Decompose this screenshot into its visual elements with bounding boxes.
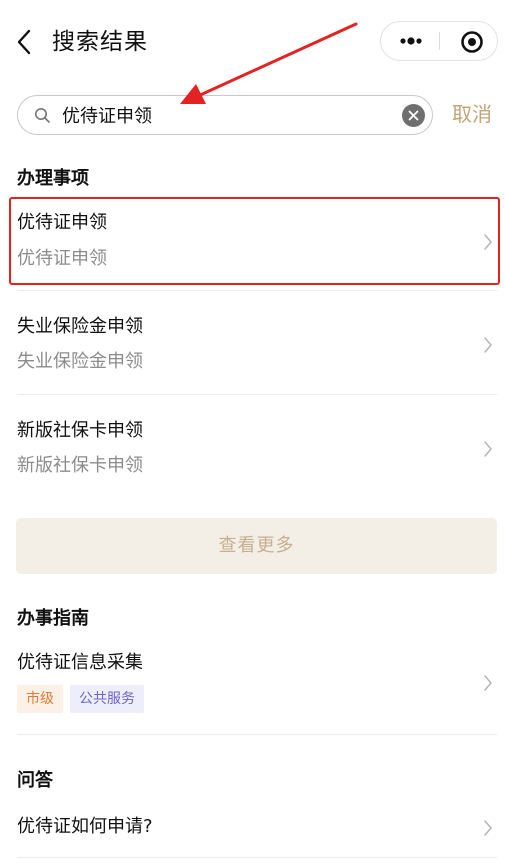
search-input[interactable] <box>62 101 362 129</box>
matter-item-2[interactable]: 失业保险金申领 失业保险金申领 <box>17 300 497 390</box>
divider <box>17 857 497 858</box>
chevron-right-icon <box>484 441 492 457</box>
divider <box>17 394 497 395</box>
divider <box>17 734 497 735</box>
more-dots-icon[interactable] <box>395 30 427 52</box>
cancel-button[interactable]: 取消 <box>452 99 492 129</box>
qa-item-1[interactable]: 优待证如何申请? <box>17 808 497 850</box>
tag-city: 市级 <box>17 685 63 713</box>
item-title: 新版社保卡申领 <box>17 420 143 441</box>
clear-search-icon[interactable] <box>402 104 425 127</box>
search-icon <box>35 108 50 123</box>
highlight-box <box>9 197 500 285</box>
navigation-bar: 搜索结果 <box>0 0 505 86</box>
chevron-right-icon <box>484 337 492 353</box>
chevron-right-icon <box>484 675 492 691</box>
tag-list: 市级 公共服务 <box>17 685 317 713</box>
close-mini-program-icon[interactable] <box>459 29 485 55</box>
capsule-divider <box>439 32 440 50</box>
item-title: 失业保险金申领 <box>17 316 143 337</box>
section-title-guide: 办事指南 <box>17 608 89 629</box>
view-more-button[interactable]: 查看更多 <box>16 518 497 574</box>
tag-public-service: 公共服务 <box>70 685 144 713</box>
matter-item-3[interactable]: 新版社保卡申领 新版社保卡申领 <box>17 404 497 494</box>
chevron-right-icon <box>484 820 492 836</box>
item-title: 优待证如何申请? <box>17 816 153 837</box>
mini-program-capsule <box>380 21 498 61</box>
section-title-matters: 办理事项 <box>17 168 89 189</box>
item-subtitle: 新版社保卡申领 <box>17 455 143 476</box>
guide-item-1[interactable]: 优待证信息采集 市级 公共服务 <box>17 640 497 730</box>
search-bar[interactable] <box>17 95 433 135</box>
item-subtitle: 失业保险金申领 <box>17 351 143 372</box>
divider <box>17 290 497 291</box>
page-title: 搜索结果 <box>52 29 148 55</box>
item-title: 优待证信息采集 <box>17 652 143 673</box>
back-chevron-icon[interactable] <box>12 26 38 58</box>
section-title-qa: 问答 <box>17 770 53 791</box>
